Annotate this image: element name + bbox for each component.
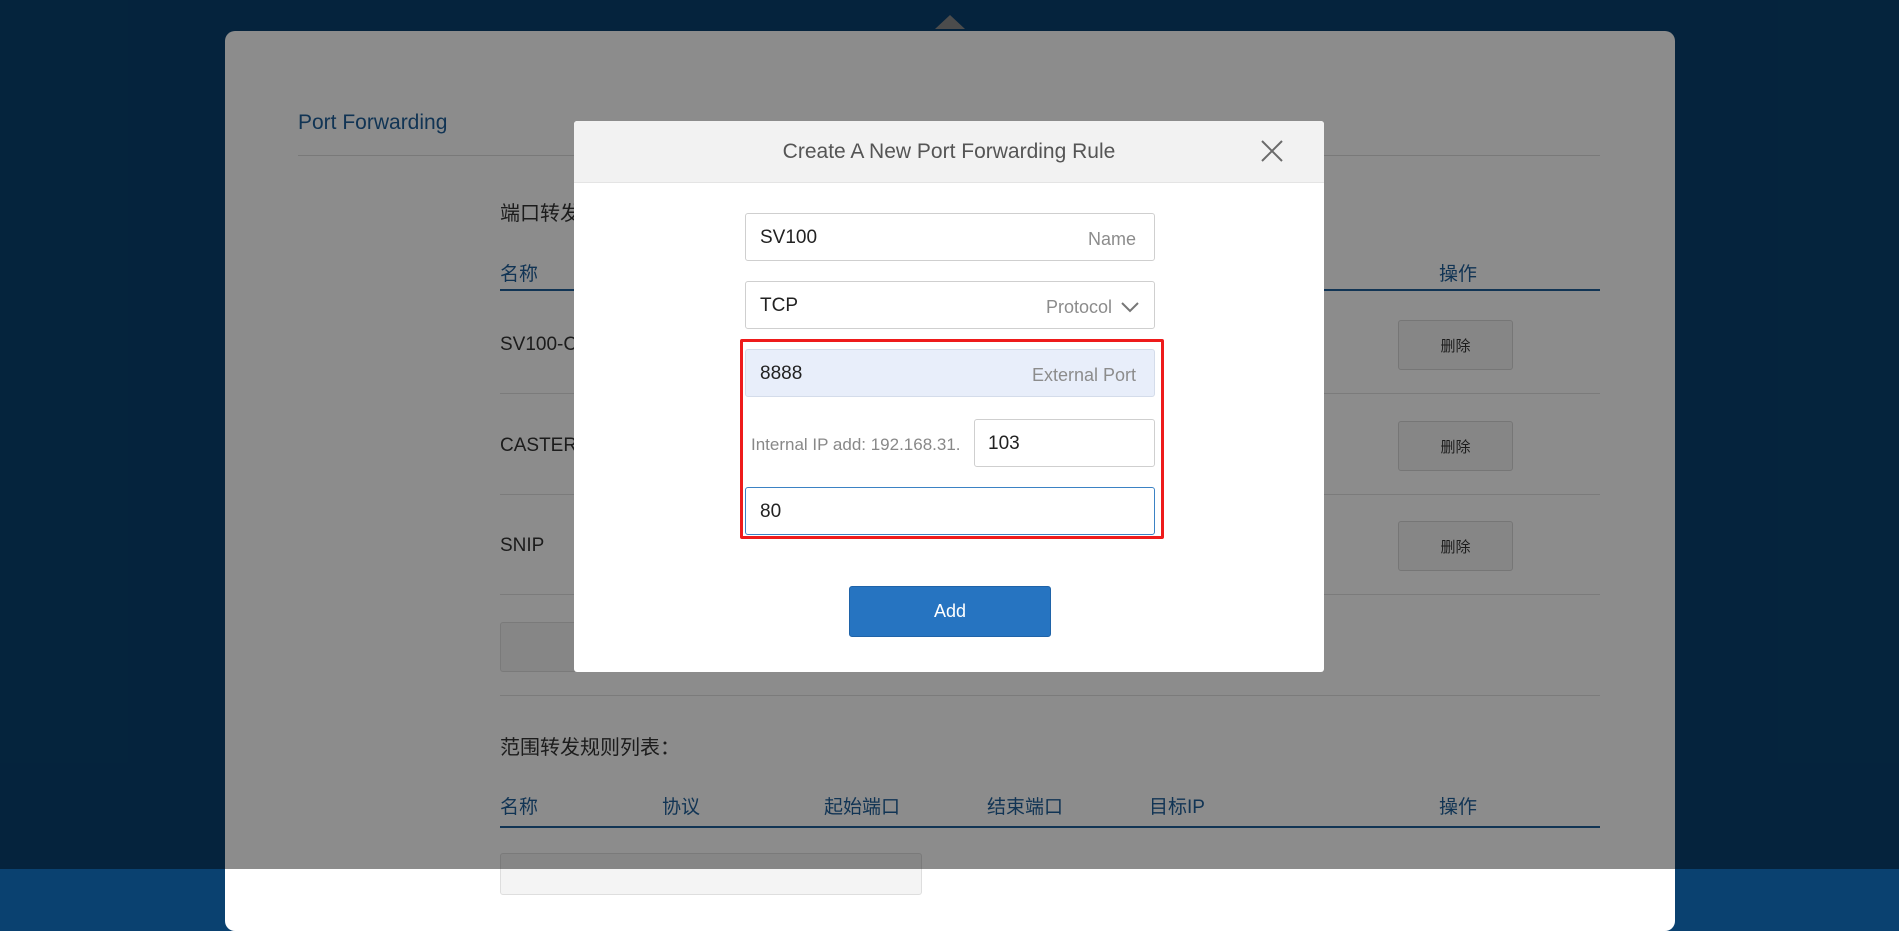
close-icon[interactable] bbox=[1258, 137, 1286, 165]
protocol-select[interactable]: TCP Protocol bbox=[745, 281, 1155, 329]
chevron-down-icon bbox=[1121, 302, 1139, 313]
add-button[interactable]: Add bbox=[849, 586, 1051, 637]
internal-ip-value: 103 bbox=[988, 433, 1020, 454]
protocol-value: TCP bbox=[760, 295, 798, 316]
internal-ip-label: Internal IP add: 192.168.31. bbox=[751, 435, 961, 454]
internal-port-input[interactable]: 80 bbox=[745, 487, 1155, 535]
dialog-title: Create A New Port Forwarding Rule bbox=[782, 139, 1116, 163]
external-port-input[interactable]: 8888 External Port bbox=[745, 349, 1155, 397]
name-input[interactable]: SV100 Name bbox=[745, 213, 1155, 261]
port-forward-dialog: Create A New Port Forwarding Rule SV100 … bbox=[574, 121, 1324, 672]
external-port-value: 8888 bbox=[760, 363, 803, 384]
dialog-header: Create A New Port Forwarding Rule bbox=[574, 121, 1324, 183]
internal-ip-input[interactable]: 103 bbox=[974, 419, 1155, 467]
protocol-label: Protocol bbox=[1045, 297, 1112, 317]
internal-port-value: 80 bbox=[760, 501, 782, 522]
name-label: Name bbox=[1087, 229, 1136, 249]
name-value: SV100 bbox=[760, 227, 818, 248]
external-port-label: External Port bbox=[1031, 365, 1136, 385]
